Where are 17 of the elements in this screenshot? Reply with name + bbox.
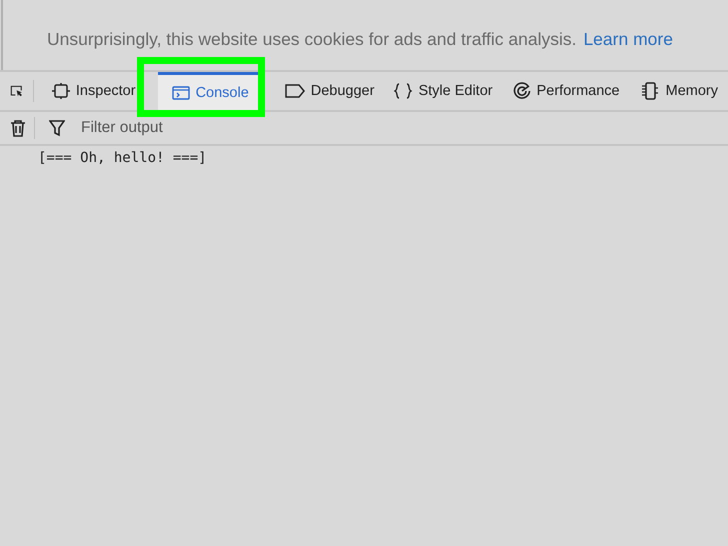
devtools-tab[interactable]: Performance: [502, 72, 630, 110]
cookie-notice-text: Unsurprisingly, this website uses cookies for ads and traffic analysis.: [47, 28, 576, 50]
devtools-tab[interactable]: Memory: [630, 72, 728, 110]
filter-field[interactable]: Filter output: [79, 118, 283, 138]
braces-icon: [394, 83, 412, 99]
console-message: [=== Oh, hello! ===]: [38, 150, 208, 166]
console-icon: [172, 84, 190, 100]
trash-icon[interactable]: [10, 119, 26, 137]
learn-more-link[interactable]: Learn more: [583, 28, 673, 50]
gauge-icon: [512, 82, 531, 100]
devtools-tab[interactable]: Debugger: [274, 72, 384, 110]
devtools-tab[interactable]: Style Editor: [384, 72, 503, 110]
tag-icon: [284, 84, 305, 98]
filter-icon: [49, 119, 65, 137]
chip-icon: [52, 83, 70, 99]
memory-chip-icon: [640, 82, 660, 100]
devtools-tab[interactable]: Inspector: [42, 72, 146, 110]
